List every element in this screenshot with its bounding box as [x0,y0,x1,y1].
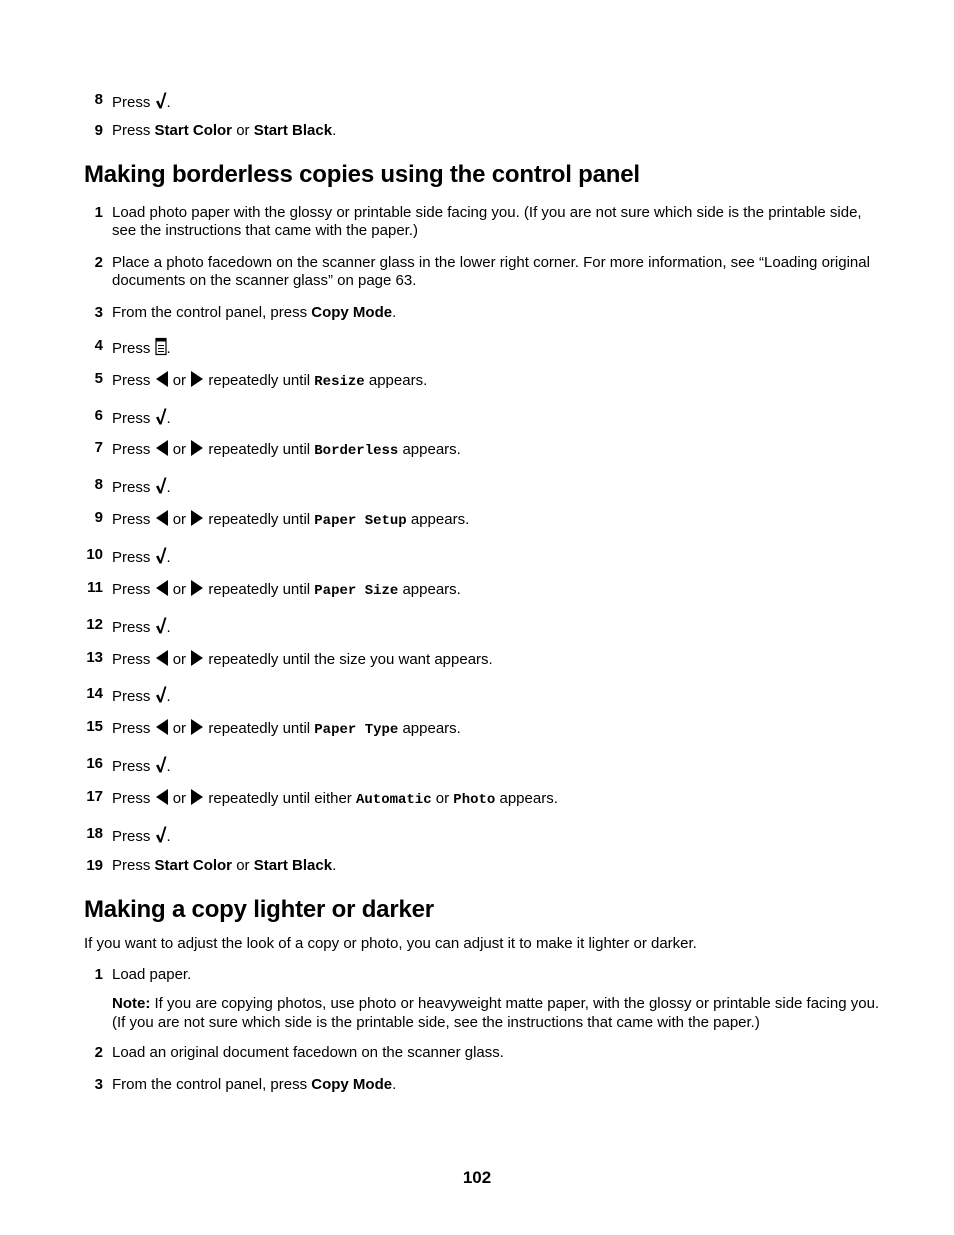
checkmark-icon [155,616,167,635]
right-arrow-icon [190,579,204,597]
note-label: Note: [112,995,151,1012]
checkmark-icon [155,685,167,704]
start-black-label: Start Black [253,857,333,874]
section-heading-borderless: Making borderless copies using the contr… [84,161,640,188]
display-value: Resize [314,374,365,390]
right-arrow-icon [190,439,204,457]
menu-icon [155,337,167,356]
display-value: Automatic [355,792,432,808]
left-arrow-icon [155,370,169,388]
left-arrow-icon [155,579,169,597]
display-value: Photo [453,792,496,808]
start-color-label: Start Color [154,857,233,874]
document-page: 8 Press . 9 Press Start Color or Start B… [0,0,954,1235]
left-arrow-icon [155,788,169,806]
display-value: Borderless [314,443,399,459]
start-black-label: Start Black [253,122,333,139]
left-arrow-icon [155,718,169,736]
left-arrow-icon [155,649,169,667]
checkmark-icon [155,407,167,426]
display-value: Paper Size [314,583,399,599]
left-arrow-icon [155,439,169,457]
copy-mode-label: Copy Mode [311,304,393,321]
note: Note: If you are copying photos, use pho… [112,995,880,1031]
right-arrow-icon [190,649,204,667]
display-value: Paper Setup [314,513,407,529]
checkmark-icon [155,476,167,495]
right-arrow-icon [190,370,204,388]
section-heading-lighter-darker: Making a copy lighter or darker [84,896,434,923]
page-number: 102 [462,1168,492,1187]
checkmark-icon [155,546,167,565]
copy-mode-label: Copy Mode [311,1076,393,1093]
right-arrow-icon [190,509,204,527]
start-color-label: Start Color [154,122,233,139]
right-arrow-icon [190,788,204,806]
step-number: 9 [94,122,103,139]
right-arrow-icon [190,718,204,736]
left-arrow-icon [155,509,169,527]
checkmark-icon [155,755,167,774]
section-intro: If you want to adjust the look of a copy… [84,935,697,952]
checkmark-icon [155,91,167,110]
checkmark-icon [155,825,167,844]
step-number: 8 [94,91,103,108]
display-value: Paper Type [314,722,399,738]
